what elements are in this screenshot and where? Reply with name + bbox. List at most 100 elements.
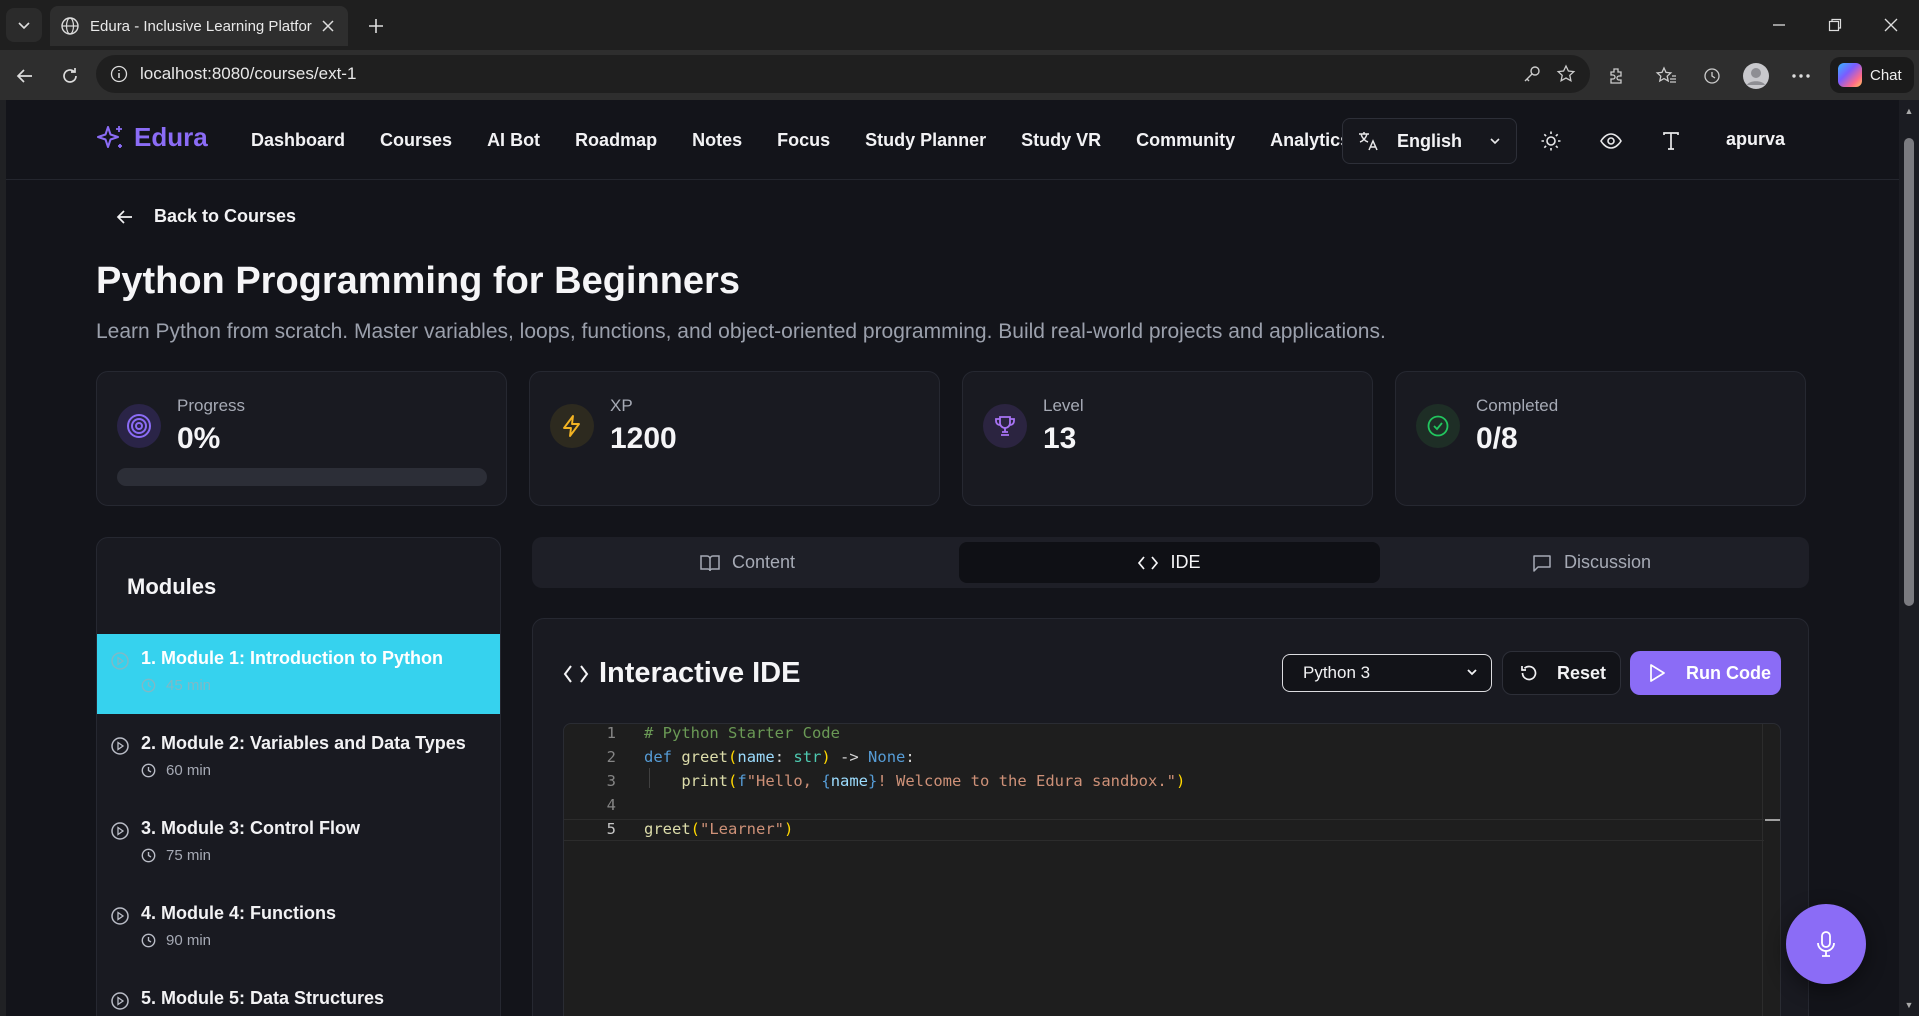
module-item[interactable]: 1. Module 1: Introduction to Python 45 m…	[97, 634, 500, 714]
theme-toggle-sun-icon[interactable]	[1538, 128, 1564, 154]
brand-name: Edura	[134, 122, 208, 152]
eye-icon[interactable]	[1598, 128, 1624, 154]
tab-content[interactable]: Content	[537, 542, 958, 583]
close-tab-icon[interactable]	[318, 16, 338, 36]
module-duration: 90 min	[141, 932, 500, 949]
language-select[interactable]: English	[1342, 118, 1517, 164]
nav-analytics[interactable]: Analytics	[1270, 130, 1350, 151]
module-duration-text: 60 min	[166, 762, 212, 779]
play-circle-icon	[111, 652, 129, 670]
module-item[interactable]: 4. Module 4: Functions 90 min	[97, 889, 500, 969]
close-window-button[interactable]	[1863, 0, 1919, 50]
new-tab-button[interactable]	[362, 12, 390, 40]
module-title: 5. Module 5: Data Structures	[141, 988, 385, 1008]
star-icon[interactable]	[1556, 64, 1576, 84]
user-name[interactable]: apurva	[1726, 129, 1785, 150]
line-number-gutter: 1 2 3 4 5	[564, 724, 624, 1016]
code-line: greet("Learner")	[644, 820, 794, 838]
code-line: # Python Starter Code	[644, 724, 840, 742]
module-item[interactable]: 5. Module 5: Data Structures	[97, 974, 500, 1016]
module-title: 2. Module 2: Variables and Data Types	[141, 733, 466, 753]
module-title: 3. Module 3: Control Flow	[141, 818, 360, 838]
clock-icon	[141, 933, 156, 948]
tab-label: Discussion	[1563, 552, 1652, 572]
page-scrollbar[interactable]: ▲ ▼	[1899, 100, 1919, 1016]
nav-focus[interactable]: Focus	[777, 130, 830, 151]
info-icon[interactable]	[110, 65, 128, 83]
stat-value: 13	[1043, 422, 1077, 455]
copilot-label: Chat	[1870, 66, 1902, 84]
lightning-icon	[550, 404, 594, 448]
play-circle-icon	[111, 907, 129, 925]
module-item[interactable]: 3. Module 3: Control Flow 75 min	[97, 804, 500, 884]
reload-button[interactable]	[54, 60, 86, 92]
text-size-icon[interactable]	[1658, 128, 1684, 154]
maximize-button[interactable]	[1807, 0, 1863, 50]
clock-icon	[141, 678, 156, 693]
module-duration: 75 min	[141, 847, 500, 864]
course-tabs: Content IDE Discussion	[532, 537, 1809, 588]
url-text[interactable]: localhost:8080/courses/ext-1	[140, 64, 1508, 84]
scrollbar-thumb[interactable]	[1904, 138, 1914, 606]
clock-icon	[141, 763, 156, 778]
stat-value: 0%	[177, 422, 221, 455]
nav-study-vr[interactable]: Study VR	[1021, 130, 1101, 151]
address-bar[interactable]: localhost:8080/courses/ext-1	[96, 55, 1590, 93]
editor-minimap[interactable]	[1762, 724, 1780, 1016]
nav-study-planner[interactable]: Study Planner	[865, 130, 986, 151]
scroll-up-arrow[interactable]: ▲	[1904, 106, 1914, 116]
arrow-left-icon	[116, 209, 132, 224]
code-icon	[1138, 555, 1159, 570]
more-menu-icon[interactable]	[1787, 62, 1815, 90]
brand-logo[interactable]: Edura	[96, 122, 208, 153]
nav-courses[interactable]: Courses	[380, 130, 452, 151]
favorites-icon[interactable]	[1652, 62, 1680, 90]
voice-assistant-button[interactable]	[1786, 904, 1866, 984]
scroll-down-arrow[interactable]: ▼	[1904, 1000, 1914, 1010]
minimize-icon	[1773, 24, 1785, 26]
nav-community[interactable]: Community	[1136, 130, 1235, 151]
copilot-chat-button[interactable]: Chat	[1830, 57, 1914, 93]
run-code-button[interactable]: Run Code	[1630, 651, 1781, 695]
nav-ai-bot[interactable]: AI Bot	[487, 130, 540, 151]
book-icon	[700, 554, 720, 571]
nav-notes[interactable]: Notes	[692, 130, 742, 151]
tab-title: Edura - Inclusive Learning Platform	[90, 17, 312, 35]
line-number: 2	[606, 748, 616, 766]
stat-label: Progress	[177, 396, 246, 415]
page-viewport: Edura Dashboard Courses AI Bot Roadmap N…	[6, 100, 1899, 1016]
nav-dashboard[interactable]: Dashboard	[251, 130, 345, 151]
stat-card-level: Level 13	[962, 371, 1373, 506]
browser-tab[interactable]: Edura - Inclusive Learning Platform	[50, 6, 348, 46]
reset-label: Reset	[1557, 662, 1607, 683]
clock-icon	[141, 848, 156, 863]
reset-button[interactable]: Reset	[1502, 651, 1621, 695]
history-icon[interactable]	[1698, 62, 1726, 90]
module-title: 1. Module 1: Introduction to Python	[141, 648, 443, 668]
app-header: Edura Dashboard Courses AI Bot Roadmap N…	[6, 100, 1899, 180]
tab-actions-menu-button[interactable]	[6, 8, 42, 42]
key-icon[interactable]	[1522, 64, 1542, 84]
back-button[interactable]	[9, 60, 41, 92]
back-to-courses-link[interactable]: Back to Courses	[116, 206, 296, 227]
tab-discussion[interactable]: Discussion	[1381, 542, 1802, 583]
reload-icon	[63, 68, 77, 83]
stat-label: Completed	[1476, 396, 1559, 415]
language-dropdown[interactable]: Python 3	[1282, 654, 1492, 692]
extensions-icon[interactable]	[1603, 62, 1631, 90]
tab-label: IDE	[1170, 552, 1201, 572]
restore-icon	[1828, 18, 1842, 32]
module-item[interactable]: 2. Module 2: Variables and Data Types 60…	[97, 719, 500, 799]
module-title: 4. Module 4: Functions	[141, 903, 337, 923]
nav-roadmap[interactable]: Roadmap	[575, 130, 657, 151]
line-number: 1	[606, 724, 616, 742]
minimize-button[interactable]	[1751, 0, 1807, 50]
tab-ide[interactable]: IDE	[959, 542, 1380, 583]
minimap-marker	[1765, 819, 1780, 821]
modules-panel: Modules 1. Module 1: Introduction to Pyt…	[96, 537, 501, 1016]
module-duration: 45 min	[141, 677, 500, 694]
profile-avatar[interactable]	[1742, 62, 1770, 90]
code-editor[interactable]: 1 2 3 4 5 # Python Starter Code def gree…	[563, 723, 1781, 1016]
trophy-icon	[983, 404, 1027, 448]
check-circle-icon	[1416, 404, 1460, 448]
